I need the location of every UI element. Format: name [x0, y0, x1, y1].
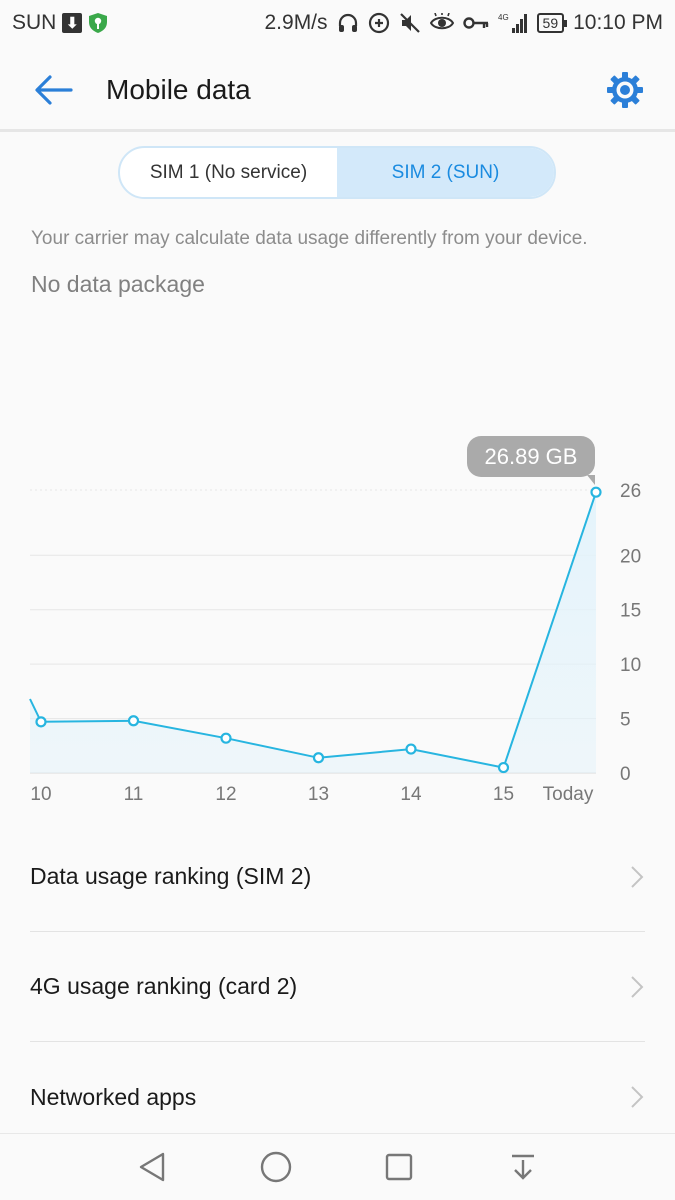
- data-usage-chart: 0 5 10 15 20 26 10 11 12 13 14 15 Today: [29, 481, 641, 805]
- arrow-left-icon: [35, 74, 73, 105]
- network-speed: 2.9M/s: [264, 11, 328, 34]
- list-item-label: 4G usage ranking (card 2): [30, 973, 298, 999]
- list-item-label: Networked apps: [30, 1083, 197, 1110]
- package-status: No data package: [31, 271, 205, 297]
- y-tick-label: 5: [620, 710, 631, 731]
- x-tick-label: 14: [400, 784, 422, 805]
- list-item-data-usage-ranking[interactable]: Data usage ranking (SIM 2): [30, 822, 645, 932]
- y-tick-label: 20: [620, 546, 641, 567]
- series-area: [30, 492, 596, 773]
- pull-down-icon: [512, 1154, 535, 1180]
- data-point: [35, 716, 47, 728]
- svg-text:4G: 4G: [498, 13, 509, 22]
- list-item-4g-usage-ranking[interactable]: 4G usage ranking (card 2): [30, 932, 645, 1042]
- vpn-shield-icon: [88, 12, 108, 34]
- usage-callout: 26.89 GB: [467, 436, 595, 485]
- circle-home-icon: [260, 1151, 291, 1183]
- chevron-right-icon: [631, 865, 644, 888]
- headset-icon: [337, 12, 359, 34]
- nav-recents-button[interactable]: [377, 1145, 421, 1189]
- x-tick-label: Today: [543, 784, 594, 805]
- data-point: [590, 486, 602, 498]
- mute-icon: [399, 12, 421, 34]
- chevron-right-icon: [631, 975, 644, 998]
- options-list: Data usage ranking (SIM 2) 4G usage rank…: [0, 822, 675, 1152]
- list-item-label: Data usage ranking (SIM 2): [30, 863, 312, 889]
- nav-home-button[interactable]: [254, 1145, 298, 1189]
- back-button[interactable]: [24, 60, 84, 120]
- data-point: [312, 752, 325, 764]
- nav-notifications-button[interactable]: [501, 1145, 545, 1189]
- settings-button[interactable]: [597, 62, 653, 118]
- data-point: [127, 715, 140, 727]
- carrier-label: SUN: [12, 11, 57, 34]
- data-point: [405, 743, 417, 755]
- vpn-key-icon: [462, 15, 489, 31]
- x-tick-label: 15: [493, 784, 514, 805]
- battery-indicator: 59: [536, 13, 567, 33]
- y-tick-label: 10: [620, 655, 641, 676]
- y-tick-label: 15: [620, 601, 641, 622]
- x-tick-label: 12: [215, 784, 236, 805]
- gear-icon: [607, 71, 643, 108]
- carrier-disclaimer: Your carrier may calculate data usage di…: [31, 228, 588, 249]
- download-notification-icon: ⬇: [62, 13, 83, 33]
- square-recents-icon: [386, 1153, 413, 1181]
- system-nav-bar: [0, 1133, 675, 1200]
- signal-4g-icon: 4G: [498, 12, 528, 34]
- app-bar: Mobile data: [0, 50, 675, 132]
- page-title: Mobile data: [106, 73, 251, 105]
- triangle-back-icon: [139, 1152, 165, 1182]
- y-tick-label: 0: [620, 764, 631, 785]
- sim-selector: SIM 1 (No service) SIM 2 (SUN): [118, 146, 556, 199]
- x-tick-label: 10: [30, 784, 51, 805]
- x-tick-label: 13: [308, 784, 329, 805]
- status-bar: SUN ⬇ 2.9M/s 4G 59 10:10 PM: [0, 0, 675, 46]
- eye-comfort-icon: [429, 13, 454, 33]
- y-tick-label: 26: [620, 481, 641, 502]
- data-point: [220, 732, 232, 744]
- x-tick-label: 11: [124, 784, 144, 805]
- data-point: [497, 761, 510, 774]
- data-saver-icon: [368, 12, 390, 34]
- nav-back-button[interactable]: [130, 1145, 174, 1189]
- tab-sim-1[interactable]: SIM 1 (No service): [120, 148, 337, 197]
- chevron-right-icon: [631, 1086, 644, 1108]
- tab-sim-2[interactable]: SIM 2 (SUN): [337, 148, 554, 197]
- clock: 10:10 PM: [573, 11, 663, 34]
